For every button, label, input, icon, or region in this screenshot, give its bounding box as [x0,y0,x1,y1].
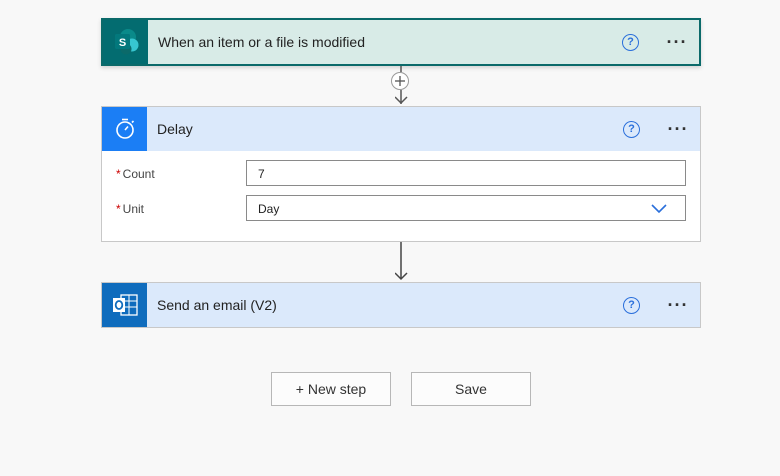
count-label-text: Count [122,167,155,181]
delay-card[interactable]: Delay ? ··· * Count 7 * Unit Day [101,106,701,242]
help-icon[interactable]: ? [623,120,640,138]
more-options-icon[interactable]: ··· [665,33,689,51]
required-mark: * [116,167,121,181]
save-button[interactable]: Save [411,372,531,406]
send-email-card[interactable]: Send an email (V2) ? ··· [101,282,701,328]
outlook-icon [102,283,147,327]
svg-text:S: S [118,37,125,49]
step-connector-arrow [395,242,408,281]
unit-select[interactable]: Day [246,195,686,221]
count-label: * Count [116,167,155,181]
more-options-icon[interactable]: ··· [666,296,690,314]
unit-select-value: Day [258,202,280,216]
unit-field-row: * Unit Day [102,195,700,223]
new-step-button[interactable]: + New step [271,372,391,406]
sharepoint-icon: S [103,20,148,64]
help-icon[interactable]: ? [622,33,639,51]
more-options-icon[interactable]: ··· [666,120,690,138]
unit-label: * Unit [116,202,144,216]
trigger-header[interactable]: S When an item or a file is modified ? ·… [103,20,699,64]
send-email-title: Send an email (V2) [157,297,277,313]
chevron-down-icon[interactable] [651,202,667,214]
unit-label-text: Unit [122,202,145,216]
delay-header[interactable]: Delay ? ··· [102,107,700,151]
add-step-plus-icon[interactable] [391,72,409,90]
trigger-card[interactable]: S When an item or a file is modified ? ·… [101,18,701,66]
help-icon[interactable]: ? [623,296,640,314]
count-input[interactable]: 7 [246,160,686,186]
send-email-header[interactable]: Send an email (V2) ? ··· [102,283,700,327]
trigger-title: When an item or a file is modified [158,34,365,50]
required-mark: * [116,202,121,216]
delay-title: Delay [157,121,193,137]
stopwatch-icon [102,107,147,151]
count-field-row: * Count 7 [102,160,700,188]
